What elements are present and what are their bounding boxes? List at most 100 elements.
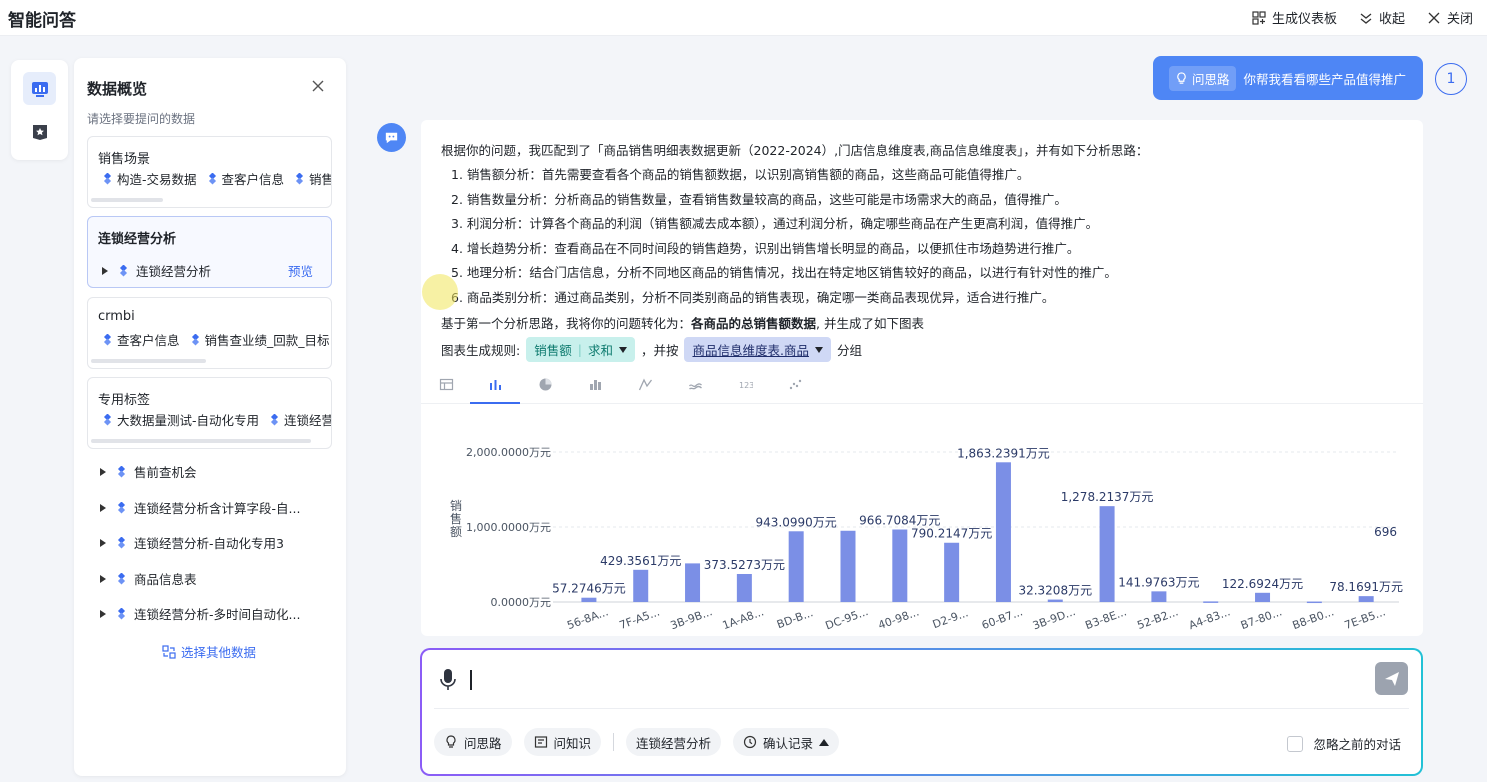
expand-caret-icon[interactable] <box>100 467 106 476</box>
ask-idea-chip[interactable]: 问思路 <box>434 728 512 756</box>
panel-close-icon[interactable] <box>310 78 326 94</box>
dataset-card-chain-analysis[interactable]: 连锁经营分析 连锁经营分析 预览 <box>87 216 332 288</box>
close-button[interactable]: 关闭 <box>1427 8 1473 27</box>
analysis-item: 2. 销售数量分析：分析商品的销售数量，查看销售数量较高的商品，这些可能是市场需… <box>451 191 1067 207</box>
bar <box>1358 596 1374 602</box>
expand-caret-icon[interactable] <box>100 609 106 618</box>
card-title: 专用标签 <box>98 393 151 408</box>
tag[interactable]: 销售查业绩_回款_目标 <box>190 330 330 349</box>
scatter-icon <box>789 379 801 390</box>
ignore-history-checkbox[interactable] <box>1287 735 1304 752</box>
dataset-item[interactable]: 连锁经营分析 <box>102 261 317 280</box>
x-tick-label: BD-B... <box>775 606 815 631</box>
preview-link[interactable]: 预览 <box>288 261 313 280</box>
analysis-list: 1. 销售额分析：首先需要查看各个商品的销售额数据，以识别高销售额的商品，这些商… <box>451 164 1117 311</box>
group-label: 分组 <box>836 343 862 358</box>
confirm-records-label: 确认记录 <box>763 735 814 751</box>
data-label: 141.9763万元 <box>1118 575 1199 589</box>
x-tick-label: 3B-9B... <box>669 605 714 632</box>
data-label: 1,863.2391万元 <box>957 446 1050 460</box>
dataset-chip[interactable]: 连锁经营分析 <box>626 728 722 756</box>
tag[interactable]: 查客户信息 <box>207 169 284 188</box>
select-other-label: 选择其他数据 <box>181 645 257 660</box>
bar-chart-icon <box>489 380 501 390</box>
microphone-icon[interactable] <box>438 668 458 692</box>
send-button[interactable] <box>1375 662 1408 695</box>
ignore-history-option[interactable]: 忽略之前的对话 <box>1287 734 1401 753</box>
question-mode-chip: 问思路 <box>1169 65 1236 91</box>
bar <box>1306 601 1322 604</box>
chart-rule: 图表生成规则: 销售额 | 求和 ，并按 商品信息维度表.商品 分组 <box>441 337 862 362</box>
select-other-data-link[interactable]: 选择其他数据 <box>162 642 256 661</box>
x-tick-label: 40-98... <box>876 605 920 632</box>
dataset-icon <box>117 465 126 478</box>
bar <box>581 597 597 602</box>
dashboard-icon <box>1252 10 1266 25</box>
rail-data-overview-button[interactable] <box>23 72 56 105</box>
tree-item[interactable]: 商品信息表 <box>100 569 197 588</box>
table-icon <box>439 378 453 391</box>
tree-item-label: 连锁经营分析含计算字段-自... <box>134 501 301 516</box>
star-badge-icon <box>32 124 47 140</box>
dataset-card-crmbi[interactable]: crmbi 查客户信息 销售查业绩_回款_目标 <box>87 297 332 369</box>
card-scrollbar[interactable] <box>91 198 163 202</box>
top-actions: 生成仪表板 收起 关闭 <box>1252 8 1473 27</box>
left-rail <box>11 60 68 160</box>
close-icon <box>1428 12 1440 23</box>
bar <box>1255 592 1271 602</box>
tab-number-card[interactable]: 123 <box>720 377 770 404</box>
tab-bar-chart[interactable] <box>470 377 520 404</box>
measure-selector[interactable]: 销售额 | 求和 <box>526 337 635 362</box>
expand-caret-icon[interactable] <box>100 538 106 547</box>
tree-item[interactable]: 连锁经营分析-多时间自动化... <box>100 604 300 623</box>
y-axis-title: 额 <box>450 525 462 539</box>
card-scrollbar[interactable] <box>91 359 206 363</box>
data-label: 373.5273万元 <box>704 558 785 572</box>
tab-area-chart[interactable] <box>670 377 720 404</box>
tree-item[interactable]: 连锁经营分析-自动化专用3 <box>100 533 284 552</box>
tag[interactable]: 销售查业绩 <box>294 169 331 188</box>
tag[interactable]: 连锁经营 <box>269 410 331 429</box>
collapse-button[interactable]: 收起 <box>1359 8 1405 27</box>
card-title: 连锁经营分析 <box>98 232 177 247</box>
tag[interactable]: 构造-交易数据 <box>102 169 197 188</box>
composer-divider <box>434 708 1409 709</box>
confirm-records-chip[interactable]: 确认记录 <box>733 728 840 756</box>
analysis-item: 3. 利润分析：计算各个商品的利润（销售额减去成本额），通过利润分析，确定哪些商… <box>451 216 1099 231</box>
area-chart-icon <box>688 383 702 390</box>
card-scrollbar[interactable] <box>91 439 311 443</box>
tree-item[interactable]: 售前查机会 <box>100 462 197 481</box>
dataset-card-sales-scene[interactable]: 销售场景 构造-交易数据 查客户信息 销售查业绩 <box>87 136 332 208</box>
analysis-item: 4. 增长趋势分析：查看商品在不同时间段的销售趋势，识别出销售增长明显的商品，以… <box>451 240 1080 256</box>
expand-caret-icon[interactable] <box>102 266 108 275</box>
tab-pie-chart[interactable] <box>520 377 570 404</box>
aggregation-label: 求和 <box>587 343 613 358</box>
dimension-selector[interactable]: 商品信息维度表.商品 <box>684 337 831 362</box>
tag[interactable]: 大数据量测试-自动化专用 <box>102 410 259 429</box>
data-label: 32.3208万元 <box>1018 584 1092 598</box>
tab-scatter-chart[interactable] <box>770 377 820 404</box>
card-title: 销售场景 <box>98 152 151 167</box>
tab-line-chart[interactable] <box>620 377 670 404</box>
card-tags: 构造-交易数据 查客户信息 销售查业绩 <box>102 169 331 188</box>
dataset-card-special-tags[interactable]: 专用标签 大数据量测试-自动化专用 连锁经营 <box>87 377 332 449</box>
tree-item[interactable]: 连锁经营分析含计算字段-自... <box>100 498 300 517</box>
bot-chat-icon <box>385 132 398 144</box>
tab-table[interactable] <box>421 377 471 404</box>
tab-stacked-chart[interactable] <box>570 377 620 404</box>
x-tick-label: 7F-A5... <box>618 605 662 632</box>
y-axis-title: 售 <box>450 511 462 526</box>
tag-label: 销售查业绩_回款_目标 <box>204 333 330 348</box>
x-tick-label: 3B-9D... <box>1031 605 1077 632</box>
expand-caret-icon[interactable] <box>100 503 106 512</box>
dataset-icon <box>117 607 126 620</box>
dataset-icon <box>119 264 128 277</box>
text-input-caret[interactable] <box>470 670 472 690</box>
ask-knowledge-chip[interactable]: 问知识 <box>523 728 602 756</box>
tag[interactable]: 查客户信息 <box>102 330 180 349</box>
data-label: 943.0990万元 <box>756 515 837 529</box>
expand-caret-icon[interactable] <box>100 574 106 583</box>
rail-favorites-button[interactable] <box>23 115 56 148</box>
book-icon <box>534 736 547 748</box>
generate-dashboard-button[interactable]: 生成仪表板 <box>1252 8 1337 27</box>
